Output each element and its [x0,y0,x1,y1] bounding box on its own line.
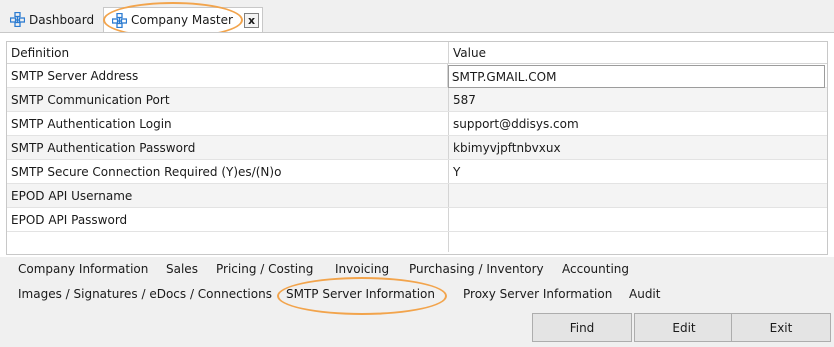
row-definition: SMTP Communication Port [7,88,449,111]
table-row[interactable]: EPOD API Username [7,184,827,208]
row-definition: EPOD API Username [7,184,449,207]
network-grid-icon [10,12,25,27]
row-value[interactable]: Y [449,160,827,183]
section-navigation: Company Information Sales Pricing / Cost… [0,257,834,309]
column-header-definition[interactable]: Definition [7,42,449,63]
row-definition: SMTP Secure Connection Required (Y)es/(N… [7,160,449,183]
table-row[interactable]: SMTP Authentication Password kbimyvjpftn… [7,136,827,160]
edit-button[interactable]: Edit [634,313,734,342]
tab-company-master[interactable]: Company Master x [103,7,263,32]
column-header-value[interactable]: Value [449,42,827,63]
row-value[interactable]: 587 [449,88,827,111]
table-row[interactable]: SMTP Server Address SMTP.GMAIL.COM [7,64,827,88]
exit-button[interactable]: Exit [731,313,831,342]
tab-company-master-label: Company Master [131,13,233,27]
table-row[interactable]: SMTP Communication Port 587 [7,88,827,112]
tab-smtp-server-information[interactable]: SMTP Server Information [286,287,435,301]
tab-dashboard-label: Dashboard [29,12,95,27]
tab-invoicing[interactable]: Invoicing [335,262,389,276]
settings-grid: Definition Value SMTP Server Address SMT… [6,41,828,255]
row-definition: SMTP Server Address [7,64,448,87]
row-definition: SMTP Authentication Login [7,112,449,135]
grid-empty-definition [7,232,449,252]
grid-empty-area [7,232,827,252]
tab-proxy-server-information[interactable]: Proxy Server Information [463,287,612,301]
grid-header: Definition Value [7,42,827,64]
table-row[interactable]: SMTP Authentication Login support@ddisys… [7,112,827,136]
row-value[interactable] [449,208,827,231]
tab-company-information[interactable]: Company Information [18,262,148,276]
row-value[interactable] [449,184,827,207]
tab-accounting[interactable]: Accounting [562,262,629,276]
tab-purchasing-inventory[interactable]: Purchasing / Inventory [409,262,544,276]
document-tab-strip: Dashboard Company Master x [0,0,834,32]
tab-images-signatures[interactable]: Images / Signatures / eDocs / Connection… [18,287,272,301]
table-row[interactable]: SMTP Secure Connection Required (Y)es/(N… [7,160,827,184]
row-value[interactable]: support@ddisys.com [449,112,827,135]
row-definition: SMTP Authentication Password [7,136,449,159]
tab-audit[interactable]: Audit [629,287,660,301]
settings-panel: Definition Value SMTP Server Address SMT… [0,32,834,257]
find-button[interactable]: Find [532,313,632,342]
close-icon[interactable]: x [244,13,259,28]
tab-pricing-costing[interactable]: Pricing / Costing [216,262,313,276]
tab-dashboard[interactable]: Dashboard [2,7,102,32]
grid-empty-value [449,232,827,252]
row-value[interactable]: SMTP.GMAIL.COM [447,65,825,88]
table-row[interactable]: EPOD API Password [7,208,827,232]
network-grid-icon [112,12,127,28]
row-value[interactable]: kbimyvjpftnbvxux [449,136,827,159]
tab-sales[interactable]: Sales [166,262,198,276]
row-definition: EPOD API Password [7,208,449,231]
